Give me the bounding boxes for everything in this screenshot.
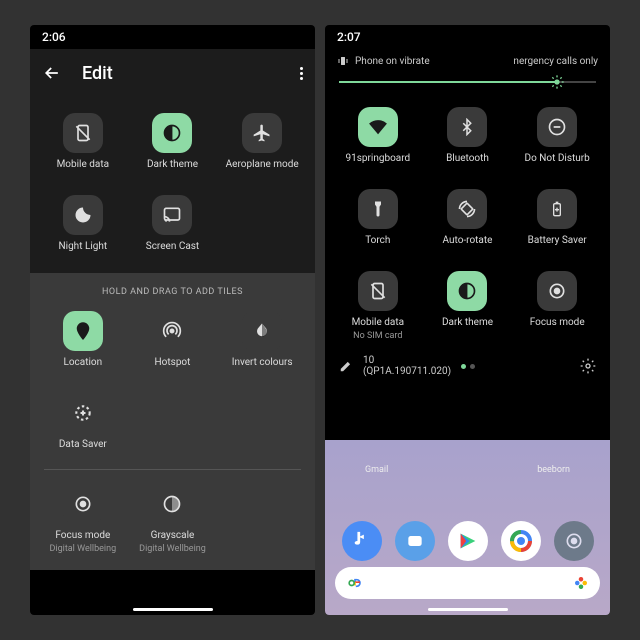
tile-hotspot[interactable]: Hotspot: [132, 311, 212, 369]
tile-label: Grayscale: [151, 530, 195, 542]
tile-screen-cast[interactable]: Screen Cast: [132, 195, 212, 253]
bluetooth-icon[interactable]: [447, 107, 487, 147]
focus-mode-icon[interactable]: [63, 484, 103, 524]
search-bar[interactable]: [335, 567, 600, 599]
tile-bluetooth[interactable]: Bluetooth: [427, 107, 507, 165]
tile-label: Do Not Disturb: [525, 153, 590, 165]
tile-sublabel: Digital Wellbeing: [50, 544, 117, 554]
tile-label: Data Saver: [59, 439, 107, 451]
dock-row: [335, 521, 600, 561]
tile-label: Night Light: [59, 241, 108, 253]
brightness-thumb-icon[interactable]: [549, 74, 565, 90]
qs-tiles: 91springboard Bluetooth Do Not Disturb Torc…: [325, 97, 610, 347]
emergency-text: nergency calls only: [513, 56, 598, 67]
tile-label: Mobile data: [352, 317, 405, 329]
tile-label: Aeroplane mode: [226, 159, 299, 171]
tile-label: Location: [63, 357, 102, 369]
tile-label: Battery Saver: [528, 235, 587, 247]
wifi-icon[interactable]: [358, 107, 398, 147]
auto-rotate-icon[interactable]: [447, 189, 487, 229]
focus-mode-icon[interactable]: [537, 271, 577, 311]
tile-label: Focus mode: [55, 530, 110, 542]
clock: 2:06: [42, 30, 66, 44]
tile-label: Bluetooth: [446, 153, 489, 165]
tile-label: Hotspot: [155, 357, 191, 369]
drag-hint: HOLD AND DRAG TO ADD TILES: [38, 287, 307, 297]
quick-settings-panel: Phone on vibrate nergency calls only 91s…: [325, 49, 610, 389]
tile-mobile-data[interactable]: Mobile data No SIM card: [338, 271, 418, 341]
available-tiles-section: HOLD AND DRAG TO ADD TILES Location Hotsp…: [30, 273, 315, 570]
home-indicator[interactable]: [133, 608, 213, 611]
tile-dark-theme[interactable]: Dark theme: [132, 113, 212, 171]
tile-data-saver[interactable]: Data Saver: [43, 393, 123, 451]
tile-battery-saver[interactable]: Battery Saver: [517, 189, 597, 247]
brightness-slider[interactable]: [325, 77, 610, 97]
edit-title: Edit: [82, 63, 280, 84]
tile-label: Torch: [365, 235, 390, 247]
vibrate-text: Phone on vibrate: [355, 56, 430, 67]
dnd-icon[interactable]: [537, 107, 577, 147]
divider: [44, 469, 301, 470]
phone-left-edit: 2:06 Edit Mobile data Dark theme Aeroplane…: [30, 25, 315, 615]
tile-label: Dark theme: [147, 159, 198, 171]
homescreen-blur: Gmailbeeborn: [325, 440, 610, 615]
edit-icon[interactable]: [339, 359, 353, 373]
tile-sublabel: No SIM card: [353, 331, 402, 341]
tile-invert[interactable]: Invert colours: [222, 311, 302, 369]
night-light-icon[interactable]: [63, 195, 103, 235]
screen-cast-icon[interactable]: [152, 195, 192, 235]
home-indicator[interactable]: [428, 608, 508, 611]
tile-wifi[interactable]: 91springboard: [338, 107, 418, 165]
data-saver-icon[interactable]: [63, 393, 103, 433]
aeroplane-icon[interactable]: [242, 113, 282, 153]
tile-location[interactable]: Location: [43, 311, 123, 369]
dark-theme-icon[interactable]: [447, 271, 487, 311]
grayscale-icon[interactable]: [152, 484, 192, 524]
tile-auto-rotate[interactable]: Auto-rotate: [427, 189, 507, 247]
page-indicator: [461, 364, 475, 369]
mobile-data-icon[interactable]: [358, 271, 398, 311]
status-bar: 2:06: [30, 25, 315, 49]
location-icon[interactable]: [63, 311, 103, 351]
hotspot-icon[interactable]: [152, 311, 192, 351]
tile-label: Dark theme: [442, 317, 493, 329]
tile-dnd[interactable]: Do Not Disturb: [517, 107, 597, 165]
qs-status-row: Phone on vibrate nergency calls only: [325, 49, 610, 77]
mobile-data-icon[interactable]: [63, 113, 103, 153]
clock: 2:07: [337, 30, 361, 44]
battery-saver-icon[interactable]: [537, 189, 577, 229]
tile-label: 91springboard: [345, 153, 410, 165]
tile-label: Invert colours: [232, 357, 293, 369]
tile-label: Focus mode: [530, 317, 585, 329]
tile-label: Auto-rotate: [443, 235, 493, 247]
qs-footer: 10 (QP1A.190711.020): [325, 347, 610, 385]
tile-label: Mobile data: [57, 159, 110, 171]
overflow-menu-icon[interactable]: [300, 67, 303, 80]
tile-focus-mode[interactable]: Focus mode: [517, 271, 597, 341]
tile-torch[interactable]: Torch: [338, 189, 418, 247]
tile-sublabel: Digital Wellbeing: [139, 544, 206, 554]
back-icon[interactable]: [42, 63, 62, 83]
dark-theme-icon[interactable]: [152, 113, 192, 153]
torch-icon[interactable]: [358, 189, 398, 229]
tile-label: Screen Cast: [146, 241, 199, 253]
tile-focus-mode[interactable]: Focus mode Digital Wellbeing: [43, 484, 123, 554]
phone-right-qs: 2:07 Gmailbeeborn: [325, 25, 610, 615]
settings-gear-icon[interactable]: [580, 358, 596, 374]
tile-aeroplane[interactable]: Aeroplane mode: [222, 113, 302, 171]
vibrate-icon: [337, 55, 349, 67]
build-number: 10 (QP1A.190711.020): [363, 355, 451, 377]
tile-dark-theme[interactable]: Dark theme: [427, 271, 507, 341]
status-bar: 2:07: [325, 25, 610, 49]
tile-grayscale[interactable]: Grayscale Digital Wellbeing: [132, 484, 212, 554]
active-tiles-section: Mobile data Dark theme Aeroplane mode Night…: [30, 97, 315, 273]
edit-header: Edit: [30, 49, 315, 97]
app-row-labels: Gmailbeeborn: [335, 465, 600, 515]
tile-night-light[interactable]: Night Light: [43, 195, 123, 253]
tile-mobile-data[interactable]: Mobile data: [43, 113, 123, 171]
invert-icon[interactable]: [242, 311, 282, 351]
